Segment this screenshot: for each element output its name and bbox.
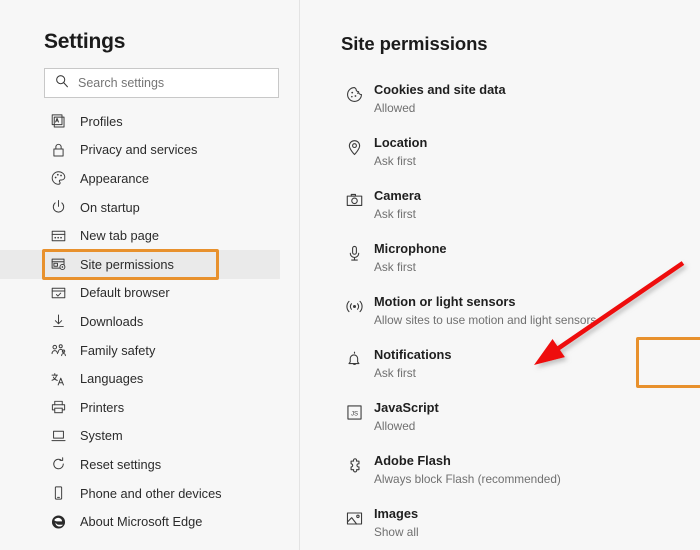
sidebar-item-label: Downloads [80,314,143,329]
sidebar-item-appearance[interactable]: Appearance [0,164,300,193]
search-icon [55,74,69,93]
sidebar-item-label: Privacy and services [80,142,197,157]
permission-status: Allowed [374,98,700,116]
lock-icon [50,141,67,158]
phone-icon [50,485,67,502]
palette-icon [50,170,67,187]
location-pin-icon [344,137,364,157]
permission-item-notifications[interactable]: NotificationsAsk first [300,341,700,394]
search-input[interactable] [78,76,258,90]
permission-item-javascript[interactable]: JS JavaScriptAllowed [300,394,700,447]
permission-name: Adobe Flash [374,447,700,469]
sidebar-item-label: System [80,428,123,443]
sidebar-item-system[interactable]: System [0,422,300,451]
permission-item-cookies-and-site-data[interactable]: Cookies and site dataAllowed [300,76,700,129]
permission-name: Cookies and site data [374,76,700,98]
camera-icon [344,190,364,210]
permission-status: Ask first [374,204,700,222]
permission-status: Always block Flash (recommended) [374,469,700,487]
sidebar-item-label: Phone and other devices [80,486,222,501]
page-title: Settings [44,30,125,54]
edge-settings-window: Settings Profiles Privacy and services App… [0,0,700,550]
permission-name: Motion or light sensors [374,288,700,310]
javascript-icon: JS [344,402,364,422]
languages-icon [50,370,67,387]
sidebar-item-label: Reset settings [80,457,161,472]
family-icon [50,342,67,359]
microphone-icon [344,243,364,263]
sidebar-item-label: Languages [80,371,143,386]
permission-status: Ask first [374,363,700,381]
sidebar-item-privacy-and-services[interactable]: Privacy and services [0,136,300,165]
permission-status: Allow sites to use motion and light sens… [374,310,700,328]
sidebar-item-on-startup[interactable]: On startup [0,193,300,222]
edge-logo-icon [50,513,67,530]
image-icon [344,508,364,528]
permission-name: Notifications [374,341,700,363]
permission-name: Images [374,500,700,522]
sidebar-item-printers[interactable]: Printers [0,393,300,422]
permission-name: Microphone [374,235,700,257]
power-icon [50,199,67,216]
flash-puzzle-icon [344,455,364,475]
permission-item-motion-or-light-sensors[interactable]: Motion or light sensorsAllow sites to us… [300,288,700,341]
sidebar-item-label: New tab page [80,228,159,243]
sidebar-item-languages[interactable]: Languages [0,364,300,393]
sidebar-item-reset-settings[interactable]: Reset settings [0,450,300,479]
sidebar-item-about-microsoft-edge[interactable]: About Microsoft Edge [0,507,300,536]
sidebar-item-label: Profiles [80,114,123,129]
new-tab-page-icon [50,227,67,244]
printer-icon [50,399,67,416]
sidebar-item-phone-and-other-devices[interactable]: Phone and other devices [0,479,300,508]
reset-icon [50,456,67,473]
default-browser-icon [50,284,67,301]
permission-item-images[interactable]: ImagesShow all [300,500,700,550]
permission-item-adobe-flash[interactable]: Adobe FlashAlways block Flash (recommend… [300,447,700,500]
sidebar-item-label: About Microsoft Edge [80,514,202,529]
permission-name: Camera [374,182,700,204]
panel-title: Site permissions [341,33,487,55]
permission-status: Ask first [374,151,700,169]
permission-status: Show all [374,522,700,540]
sidebar-item-label: Appearance [80,171,149,186]
permissions-list: Cookies and site dataAllowedLocationAsk … [300,76,700,550]
sidebar-item-default-browser[interactable]: Default browser [0,279,300,308]
sidebar-item-label: Site permissions [80,257,174,272]
sensors-icon [344,296,364,316]
site-permissions-icon [50,256,67,273]
permission-status: Allowed [374,416,700,434]
sidebar-item-label: Default browser [80,285,170,300]
permission-item-camera[interactable]: CameraAsk first [300,182,700,235]
sidebar-item-label: On startup [80,200,140,215]
permission-name: Location [374,129,700,151]
permission-status: Ask first [374,257,700,275]
svg-text:JS: JS [350,410,357,417]
search-settings-box[interactable] [44,68,279,98]
permission-name: JavaScript [374,394,700,416]
permission-item-microphone[interactable]: MicrophoneAsk first [300,235,700,288]
sidebar-item-label: Printers [80,400,124,415]
site-permissions-panel: Site permissions Cookies and site dataAl… [300,0,700,550]
sidebar-item-new-tab-page[interactable]: New tab page [0,221,300,250]
profile-card-icon [50,113,67,130]
sidebar-item-site-permissions[interactable]: Site permissions [0,250,280,279]
bell-icon [344,349,364,369]
sidebar-item-label: Family safety [80,343,155,358]
download-icon [50,313,67,330]
sidebar-item-family-safety[interactable]: Family safety [0,336,300,365]
settings-sidebar: Settings Profiles Privacy and services App… [0,0,300,550]
cookie-icon [344,84,364,104]
system-icon [50,427,67,444]
permission-item-location[interactable]: LocationAsk first [300,129,700,182]
settings-nav-list: Profiles Privacy and services Appearance On… [0,107,300,536]
sidebar-item-profiles[interactable]: Profiles [0,107,300,136]
sidebar-item-downloads[interactable]: Downloads [0,307,300,336]
